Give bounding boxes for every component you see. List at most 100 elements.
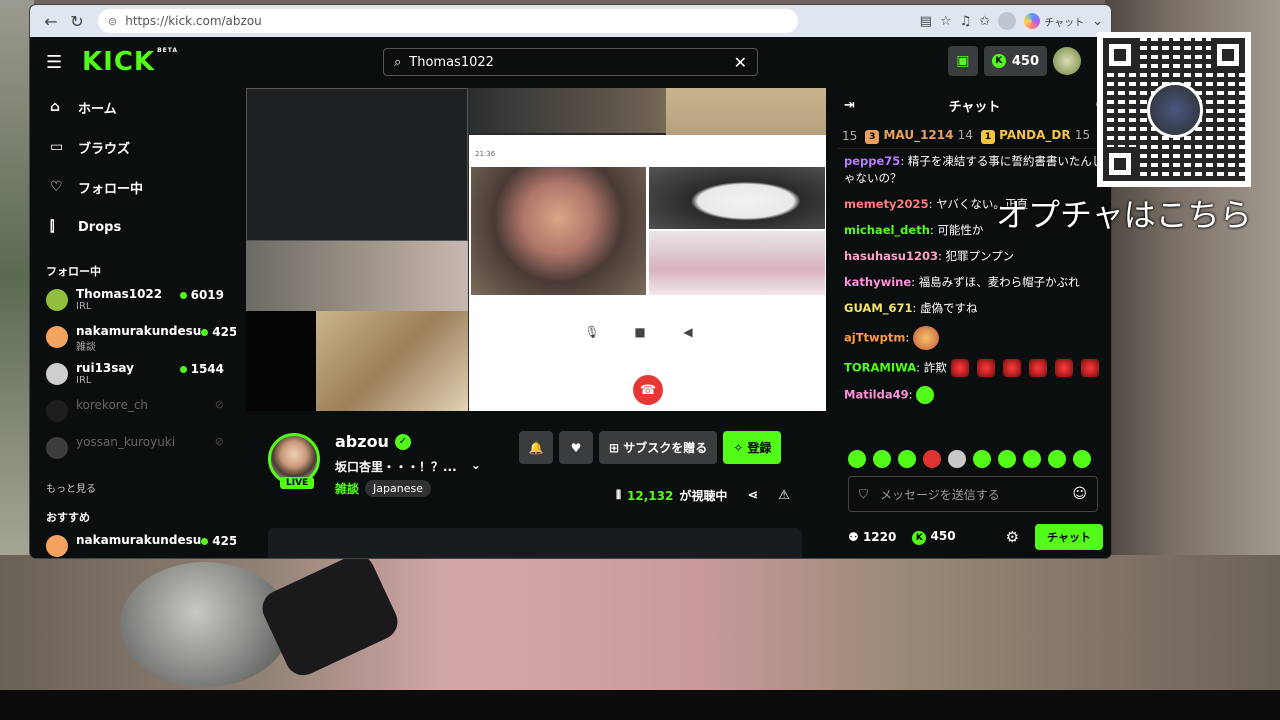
chat-send-button[interactable]: チャット (1035, 524, 1103, 550)
gift-sub-label: サブスクを贈る (623, 441, 708, 455)
live-badge: LIVE (280, 477, 315, 489)
header-actions: ▣ K 450 (947, 46, 1081, 76)
favorite-icon[interactable]: ☆ (940, 14, 952, 29)
sidebar-item-home[interactable]: ⌂ ホーム (42, 87, 224, 127)
channel-korekore-ch[interactable]: korekore_ch ⊘ (42, 398, 224, 435)
emote-icon[interactable] (1073, 450, 1091, 468)
kicks-coin-icon: K (991, 54, 1006, 68)
gear-icon[interactable]: ⚙ (1006, 528, 1019, 546)
favorites-icon[interactable]: ✩ (979, 14, 990, 29)
menu-icon[interactable]: ☰ (46, 52, 72, 73)
sparkle-icon: ✧ (733, 440, 744, 455)
channel-thomas1022[interactable]: Thomas1022 IRL 6019 (42, 287, 224, 324)
show-more-link[interactable]: もっと見る (46, 480, 224, 495)
leaderboard-entry[interactable]: 15 (842, 129, 857, 143)
copilot-button[interactable]: チャット (1024, 13, 1084, 29)
chat-username[interactable]: Matilda49 (844, 388, 909, 402)
kick-logo[interactable]: KICK BETA (82, 47, 178, 77)
followers-stat[interactable]: ⚉ 1220 (848, 530, 896, 544)
chat-input[interactable]: ⛉ メッセージを送信する ☺ (848, 476, 1098, 512)
emote-icon[interactable] (1048, 450, 1066, 468)
emote-icon[interactable] (848, 450, 866, 468)
notification-button[interactable]: 🔔 (519, 431, 553, 464)
emote-icon[interactable] (973, 450, 991, 468)
reload-icon[interactable]: ↻ (64, 12, 90, 31)
chat-username[interactable]: michael_deth (844, 223, 930, 237)
emote-icon[interactable] (948, 450, 966, 468)
qr-corner (1211, 38, 1245, 72)
favorite-button[interactable]: ♥ (559, 431, 593, 464)
kicks-stat[interactable]: K 450 (912, 529, 956, 545)
profile-icon[interactable] (998, 12, 1017, 30)
search-icon: ⌕ (394, 54, 402, 70)
chat-footer: ⚉ 1220 K 450 ⚙ チャット (848, 523, 1103, 551)
video-nested-screen (246, 88, 468, 241)
emoji-icon[interactable]: ☺ (1072, 486, 1087, 502)
channel-recommended-nakamurakundesu[interactable]: nakamurakundesu 4258 (42, 533, 236, 558)
hang-up-button[interactable]: ☎ (633, 375, 663, 405)
follow-label: 登録 (747, 441, 772, 455)
microphone (120, 562, 290, 687)
leaderboard-name: PANDA_DR (999, 127, 1071, 142)
chat-username[interactable]: memety2025 (844, 197, 929, 211)
channel-rui13say[interactable]: rui13say IRL 1544 (42, 361, 224, 398)
chat-username[interactable]: ajTtwptm (844, 331, 905, 345)
kick-header: ☰ KICKBETA ⌕ ✕ ▣ K 450 (30, 37, 1111, 87)
share-icon[interactable]: ⋖ (747, 488, 758, 503)
emote-icon[interactable] (1023, 450, 1041, 468)
camera-button[interactable]: ■ (627, 325, 653, 345)
channel-nakamurakundesu[interactable]: nakamurakundesu 雑談 4258 (42, 324, 236, 361)
emote-icon[interactable] (873, 450, 891, 468)
emote-icon (916, 386, 935, 404)
clear-search-icon[interactable]: ✕ (734, 53, 747, 72)
back-icon[interactable]: ← (38, 12, 64, 31)
channel-avatar (46, 437, 68, 459)
emote-icon[interactable] (923, 450, 941, 468)
gift-sub-button[interactable]: ⊞ サブスクを贈る (599, 431, 718, 464)
sidebar-item-label: フォロー中 (78, 181, 144, 197)
leaderboard-entry[interactable]: 3 MAU_1214 14 (865, 128, 973, 144)
language-tag[interactable]: Japanese (365, 480, 431, 497)
emote-icon[interactable] (998, 450, 1016, 468)
mic-button[interactable]: 🎙 (579, 325, 605, 345)
emote-icon (1002, 359, 1021, 377)
reader-icon[interactable]: ▤ (920, 14, 932, 29)
chat-username[interactable]: GUAM_671 (844, 301, 913, 315)
site-info-icon[interactable]: ⊜ (108, 15, 117, 28)
channel-yossan-kuroyuki[interactable]: yossan_kuroyuki ⊘ (42, 435, 224, 472)
sidebar-item-following[interactable]: ♡ フォロー中 (42, 167, 224, 207)
speaker-button[interactable]: ◀ (675, 325, 701, 345)
report-icon[interactable]: ⚠ (778, 488, 790, 503)
chat-username[interactable]: kathywine (844, 275, 911, 289)
video-call-title (469, 135, 826, 150)
emote-icon (1054, 359, 1073, 377)
sidebar-item-browse[interactable]: ▭ ブラウズ (42, 127, 224, 167)
video-player[interactable]: 21:36 🎙 ■ ◀ ☎ (246, 88, 826, 411)
search-input[interactable] (409, 54, 734, 70)
channel-avatar (46, 535, 68, 557)
leaderboard-entry[interactable]: 1 PANDA_DR 15 (980, 127, 1090, 144)
collapse-chat-icon[interactable]: ⇥ (844, 98, 855, 113)
streamer-name[interactable]: abzou (335, 432, 389, 451)
offline-icon: ⊘ (214, 435, 224, 448)
sidebar-item-drops[interactable]: ⫿ Drops (42, 207, 224, 247)
chat-username[interactable]: peppe75 (844, 154, 900, 168)
chevron-down-icon[interactable]: ⌄ (1092, 14, 1103, 29)
user-avatar[interactable] (1053, 47, 1081, 75)
chevron-down-icon[interactable]: ⌄ (471, 458, 481, 475)
chat-username[interactable]: TORAMIWA (844, 361, 916, 375)
creator-dashboard-icon[interactable]: ▣ (947, 46, 978, 76)
follow-button[interactable]: ✧ 登録 (723, 431, 782, 464)
kicks-balance[interactable]: K 450 (983, 46, 1047, 76)
video-region (246, 311, 316, 411)
emote-icon[interactable] (898, 450, 916, 468)
logo-text: KICK (82, 47, 156, 77)
extension-icon[interactable]: ♫ (960, 14, 972, 29)
chat-message: kathywine: 福島みずほ、麦わら帽子かぶれ (844, 275, 1080, 289)
kicks-balance-value: 450 (1011, 53, 1039, 69)
video-call-participant (649, 167, 825, 229)
chat-username[interactable]: hasuhasu1203 (844, 249, 938, 263)
stream-category[interactable]: 雑談 (335, 480, 359, 497)
address-bar[interactable]: ⊜ https://kick.com/abzou (98, 9, 798, 33)
emote-icon (1080, 359, 1099, 377)
